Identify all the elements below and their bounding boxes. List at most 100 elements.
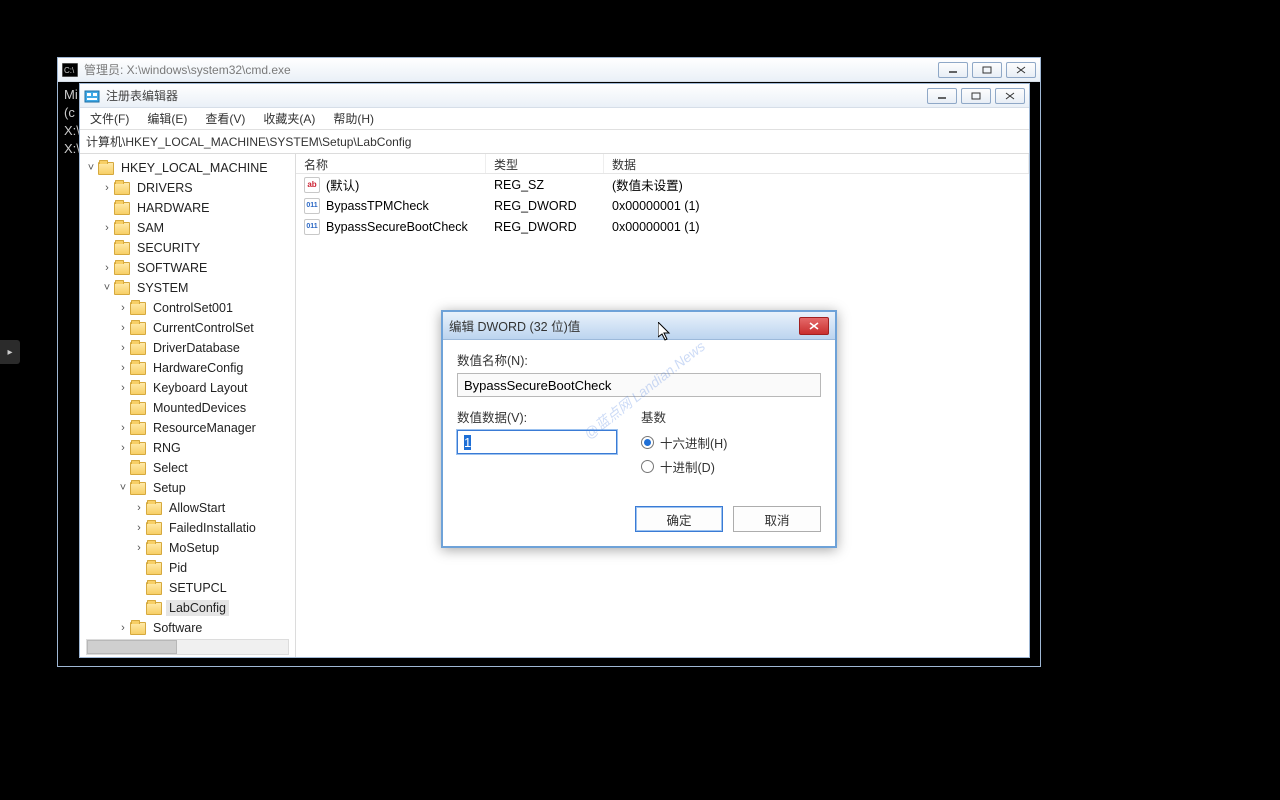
tree-item[interactable]: › Keyboard Layout [80, 378, 295, 398]
expand-icon[interactable]: › [132, 522, 146, 534]
menu-edit[interactable]: 编辑(E) [143, 108, 191, 129]
cmd-minimize-button[interactable] [938, 62, 968, 78]
regedit-titlebar[interactable]: 注册表编辑器 [80, 84, 1029, 108]
tree-item[interactable]: ˅ HKEY_LOCAL_MACHINE [80, 158, 295, 178]
collapse-icon[interactable]: ˅ [84, 162, 98, 174]
sidebar-handle[interactable]: ▸ [0, 340, 20, 364]
expand-icon[interactable]: › [132, 502, 146, 514]
expand-icon[interactable]: › [116, 382, 130, 394]
tree-item-label: HKEY_LOCAL_MACHINE [118, 160, 271, 176]
radio-dec[interactable] [641, 460, 654, 473]
base-group-label: 基数 [641, 407, 727, 426]
value-name-input[interactable] [457, 373, 821, 397]
tree-item-label: Keyboard Layout [150, 380, 251, 396]
tree-item-label: Setup [150, 480, 189, 496]
tree-item[interactable]: MountedDevices [80, 398, 295, 418]
value-row[interactable]: 011BypassSecureBootCheckREG_DWORD0x00000… [296, 216, 1029, 237]
tree-item[interactable]: › AllowStart [80, 498, 295, 518]
tree-item-label: Pid [166, 560, 190, 576]
tree-item[interactable]: HARDWARE [80, 198, 295, 218]
tree-item[interactable]: ›ControlSet001 [80, 298, 295, 318]
column-type[interactable]: 类型 [486, 154, 604, 173]
folder-icon [114, 222, 130, 235]
radio-hex-row[interactable]: 十六进制(H) [641, 430, 727, 454]
value-data: (数值未设置) [604, 175, 1029, 194]
expand-icon[interactable]: › [132, 542, 146, 554]
tree-item[interactable]: › DRIVERS [80, 178, 295, 198]
tree-item[interactable]: ›SAM [80, 218, 295, 238]
menubar: 文件(F) 编辑(E) 查看(V) 收藏夹(A) 帮助(H) [80, 108, 1029, 130]
expand-icon[interactable]: › [116, 422, 130, 434]
radio-dec-row[interactable]: 十进制(D) [641, 454, 727, 478]
cmd-maximize-button[interactable] [972, 62, 1002, 78]
dialog-titlebar[interactable]: 编辑 DWORD (32 位)值 [443, 312, 835, 340]
tree-h-scrollbar[interactable] [86, 639, 289, 655]
scrollbar-thumb[interactable] [87, 640, 177, 654]
tree-item[interactable]: SECURITY [80, 238, 295, 258]
expand-icon[interactable]: › [100, 182, 114, 194]
tree-item[interactable]: ›RNG [80, 438, 295, 458]
radio-hex[interactable] [641, 436, 654, 449]
value-name: (默认) [326, 175, 359, 194]
tree-item[interactable]: ˅SYSTEM [80, 278, 295, 298]
value-row[interactable]: ab(默认)REG_SZ(数值未设置) [296, 174, 1029, 195]
cmd-title: 管理员: X:\windows\system32\cmd.exe [84, 61, 938, 78]
tree-item-label: SOFTWARE [134, 260, 210, 276]
menu-file[interactable]: 文件(F) [86, 108, 133, 129]
dialog-close-button[interactable] [799, 317, 829, 335]
folder-icon [130, 302, 146, 315]
tree-item-label: Select [150, 460, 191, 476]
menu-favorites[interactable]: 收藏夹(A) [259, 108, 319, 129]
cmd-close-button[interactable] [1006, 62, 1036, 78]
expand-icon[interactable]: › [100, 262, 114, 274]
tree-item-label: HARDWARE [134, 200, 212, 216]
expand-icon[interactable]: › [116, 302, 130, 314]
column-data[interactable]: 数据 [604, 154, 1029, 173]
tree-item[interactable]: › SOFTWARE [80, 258, 295, 278]
tree-item[interactable]: › CurrentControlSet [80, 318, 295, 338]
address-bar[interactable]: 计算机\HKEY_LOCAL_MACHINE\SYSTEM\Setup\LabC… [80, 130, 1029, 154]
regedit-maximize-button[interactable] [961, 88, 991, 104]
tree-item[interactable]: ›FailedInstallatio [80, 518, 295, 538]
tree-item[interactable]: ›ResourceManager [80, 418, 295, 438]
tree-item-label: CurrentControlSet [150, 320, 257, 336]
tree-item-label: DRIVERS [134, 180, 196, 196]
folder-icon [146, 502, 162, 515]
value-type: REG_SZ [486, 178, 604, 192]
expand-icon[interactable]: › [100, 222, 114, 234]
tree-item[interactable]: LabConfig [80, 598, 295, 618]
expand-icon[interactable]: › [116, 342, 130, 354]
tree-item[interactable]: ˅ Setup [80, 478, 295, 498]
cancel-button[interactable]: 取消 [733, 506, 821, 532]
folder-icon [146, 602, 162, 615]
tree-item[interactable]: ›MoSetup [80, 538, 295, 558]
tree-item[interactable]: ›DriverDatabase [80, 338, 295, 358]
value-data-input[interactable] [457, 430, 617, 454]
cmd-titlebar[interactable]: C:\ 管理员: X:\windows\system32\cmd.exe [58, 58, 1040, 82]
expand-icon[interactable]: › [116, 442, 130, 454]
collapse-icon[interactable]: ˅ [100, 282, 114, 294]
column-name[interactable]: 名称 [296, 154, 486, 173]
tree-item[interactable]: Select [80, 458, 295, 478]
tree-item[interactable]: SETUPCL [80, 578, 295, 598]
menu-view[interactable]: 查看(V) [201, 108, 249, 129]
tree-item-label: AllowStart [166, 500, 228, 516]
collapse-icon[interactable]: ˅ [116, 482, 130, 494]
tree-item[interactable]: ›Software [80, 618, 295, 638]
values-header: 名称 类型 数据 [296, 154, 1029, 174]
regedit-close-button[interactable] [995, 88, 1025, 104]
tree-item[interactable]: ›HardwareConfig [80, 358, 295, 378]
folder-icon [130, 622, 146, 635]
ok-button[interactable]: 确定 [635, 506, 723, 532]
tree-pane: ˅HKEY_LOCAL_MACHINE›DRIVERSHARDWARE›SAMS… [80, 154, 296, 657]
expand-icon[interactable]: › [116, 362, 130, 374]
tree-item[interactable]: Pid [80, 558, 295, 578]
folder-icon [130, 482, 146, 495]
folder-icon [146, 582, 162, 595]
value-type: REG_DWORD [486, 199, 604, 213]
value-row[interactable]: 011BypassTPMCheckREG_DWORD0x00000001 (1) [296, 195, 1029, 216]
expand-icon[interactable]: › [116, 622, 130, 634]
regedit-minimize-button[interactable] [927, 88, 957, 104]
expand-icon[interactable]: › [116, 322, 130, 334]
menu-help[interactable]: 帮助(H) [329, 108, 378, 129]
